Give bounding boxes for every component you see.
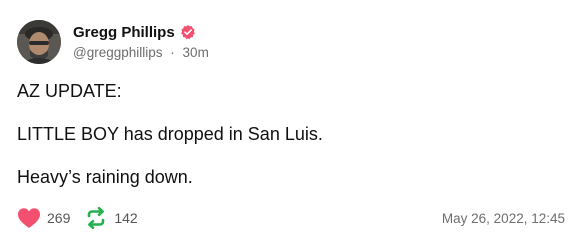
post-paragraph: Heavy’s raining down. — [17, 167, 193, 187]
post-footer: 269 142 May 26, 2022, 12:45 — [17, 206, 565, 230]
like-count: 269 — [47, 210, 71, 226]
post-card: Gregg Phillips @greggphillips · 30m AZ U… — [0, 0, 582, 240]
like-button[interactable]: 269 — [17, 207, 70, 229]
post-timestamp[interactable]: May 26, 2022, 12:45 — [442, 211, 565, 226]
post-paragraph: AZ UPDATE: — [17, 81, 122, 101]
author-handle-row: @greggphillips · 30m — [73, 45, 209, 60]
repost-count: 142 — [114, 210, 138, 226]
avatar[interactable] — [17, 20, 61, 64]
avatar-image — [17, 20, 61, 64]
post-body: AZ UPDATE: LITTLE BOY has dropped in San… — [17, 80, 567, 209]
repost-button[interactable]: 142 — [84, 207, 138, 229]
author-name-row: Gregg Phillips — [73, 22, 196, 42]
author-handle[interactable]: @greggphillips — [73, 45, 163, 60]
relative-time[interactable]: 30m — [183, 45, 209, 60]
author-display-name[interactable]: Gregg Phillips — [73, 24, 175, 41]
verified-badge-icon — [180, 24, 196, 40]
heart-icon — [17, 207, 41, 229]
meta-separator: · — [170, 45, 175, 60]
post-paragraph: LITTLE BOY has dropped in San Luis. — [17, 124, 323, 144]
repost-icon — [84, 207, 108, 229]
